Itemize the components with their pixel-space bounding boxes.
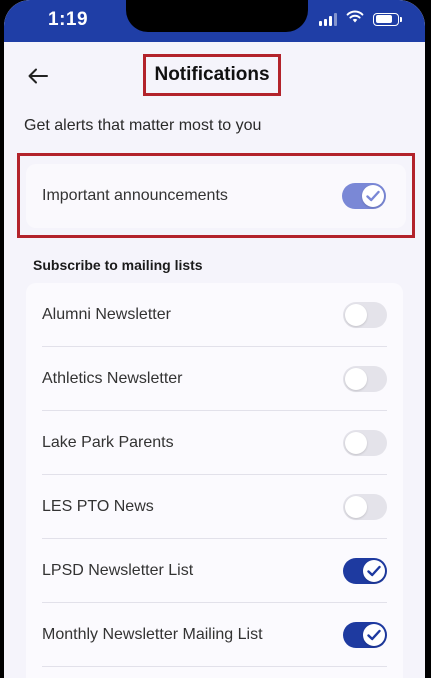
check-icon xyxy=(366,190,380,202)
status-time: 1:19 xyxy=(48,9,89,30)
list-item: Lake Park Parents xyxy=(42,411,387,475)
device-frame: 1:19 Notifications Get alerts that matte… xyxy=(0,0,431,678)
back-button[interactable] xyxy=(24,64,52,92)
status-bar: 1:19 xyxy=(4,0,425,42)
check-icon xyxy=(367,629,381,641)
les-pto-news-toggle[interactable] xyxy=(343,493,387,520)
mailing-lists-card: Alumni Newsletter Athletics Newsletter L… xyxy=(26,283,403,678)
page-title-highlight: Notifications xyxy=(143,54,281,96)
check-icon xyxy=(367,565,381,577)
toggle-knob xyxy=(363,623,385,646)
list-item-label: Athletics Newsletter xyxy=(42,369,183,387)
lake-park-parents-toggle[interactable] xyxy=(343,429,387,456)
list-item: LES PTO News xyxy=(42,475,387,539)
alumni-newsletter-toggle[interactable] xyxy=(343,301,387,328)
list-item: Athletics Newsletter xyxy=(42,347,387,411)
toggle-knob xyxy=(345,367,367,390)
arrow-left-icon xyxy=(28,68,48,89)
toggle-knob xyxy=(345,303,367,326)
toggle-knob xyxy=(345,495,367,518)
list-item: LPSD Newsletter List xyxy=(42,539,387,603)
page-title: Notifications xyxy=(154,64,270,85)
cellular-signal-icon xyxy=(319,12,337,26)
important-announcements-label: Important announcements xyxy=(42,187,228,204)
mailing-lists-heading: Subscribe to mailing lists xyxy=(33,257,203,273)
list-item: Alumni Newsletter xyxy=(42,283,387,347)
lpsd-newsletter-list-toggle[interactable] xyxy=(343,557,387,584)
list-item-label: Alumni Newsletter xyxy=(42,305,171,323)
page-subtitle: Get alerts that matter most to you xyxy=(24,117,262,134)
list-item-label: LPSD Newsletter List xyxy=(42,561,194,579)
list-item-label: LES PTO News xyxy=(42,497,154,515)
important-announcements-toggle[interactable] xyxy=(342,183,386,209)
wifi-icon xyxy=(346,10,364,28)
toggle-knob xyxy=(345,431,367,454)
toggle-knob xyxy=(362,185,384,207)
battery-fill xyxy=(375,15,393,23)
battery-icon xyxy=(373,12,402,26)
athletics-newsletter-toggle[interactable] xyxy=(343,365,387,392)
important-announcements-row: Important announcements xyxy=(26,164,406,228)
toggle-knob xyxy=(363,559,385,582)
list-item: Monthly Newsletter Mailing List xyxy=(42,603,387,667)
device-notch xyxy=(126,0,308,32)
list-item-label: Lake Park Parents xyxy=(42,433,174,451)
app-screen: 1:19 Notifications Get alerts that matte… xyxy=(4,0,425,678)
status-icons xyxy=(319,10,402,28)
list-item-label: Monthly Newsletter Mailing List xyxy=(42,625,263,643)
monthly-newsletter-mailing-list-toggle[interactable] xyxy=(343,621,387,648)
